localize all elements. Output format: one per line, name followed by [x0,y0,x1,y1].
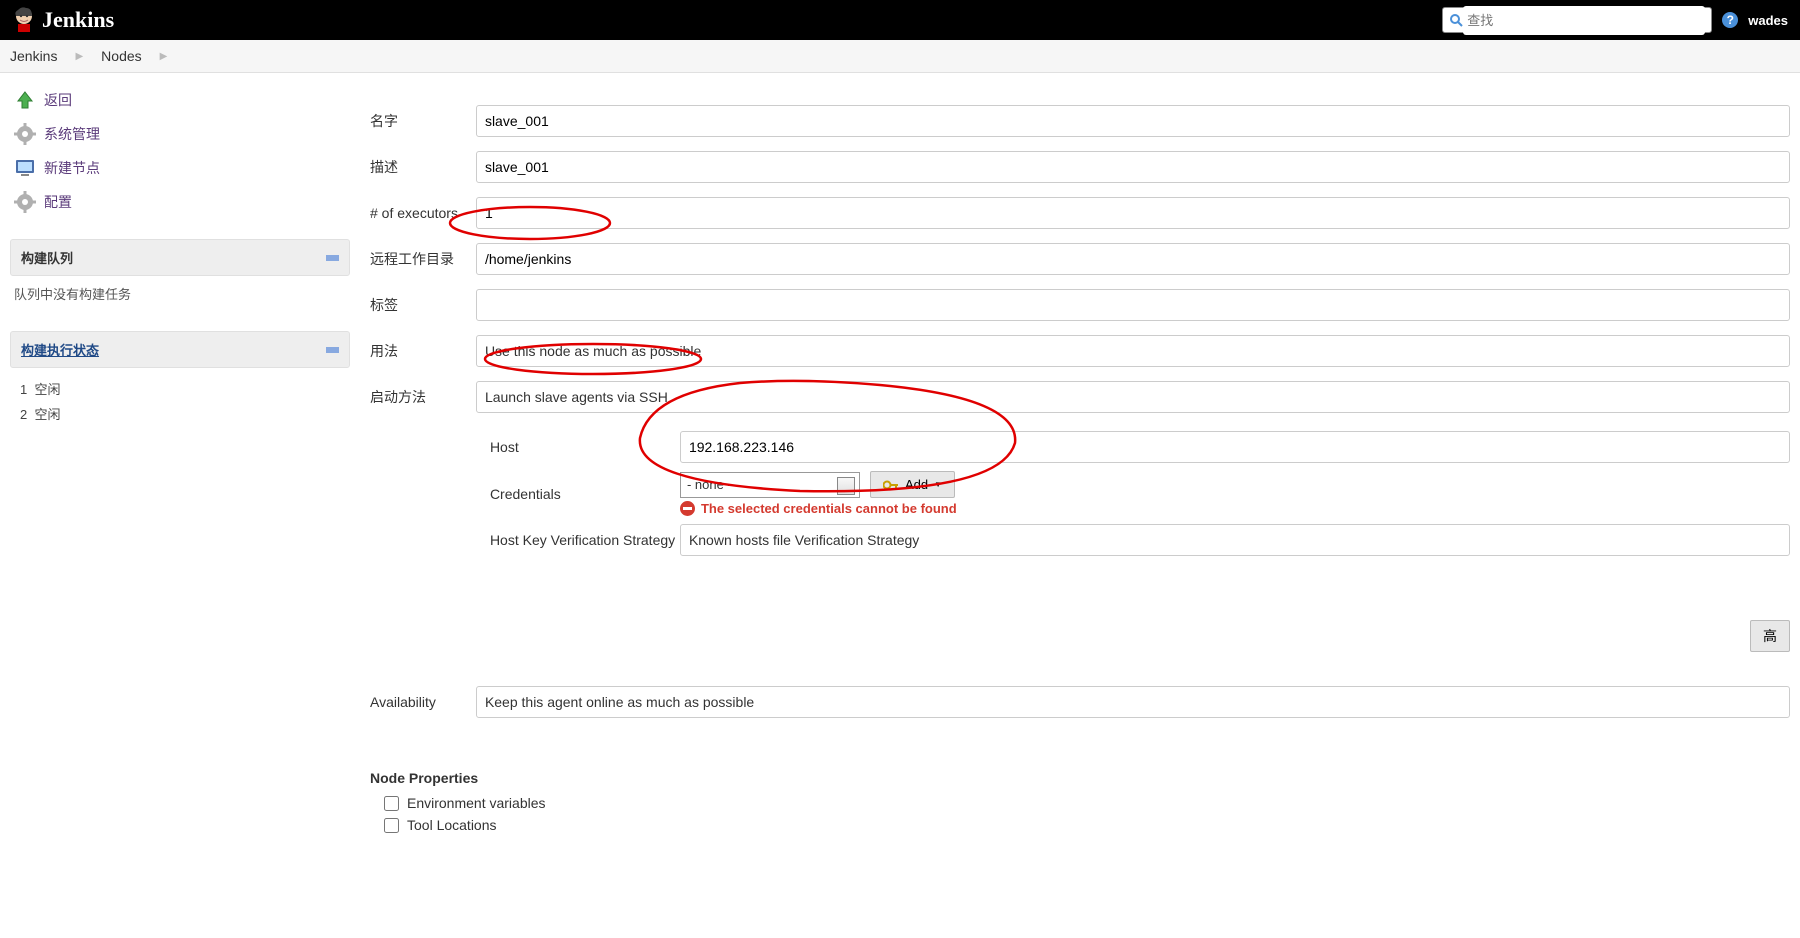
sidebar-item-label: 新建节点 [44,158,100,178]
label-labels: 标签 [362,283,466,327]
collapse-icon[interactable] [326,347,339,353]
username-link[interactable]: wades [1748,13,1788,28]
search-icon [1449,13,1463,27]
sidebar-item-label: 配置 [44,192,72,212]
usage-select[interactable]: Use this node as much as possible [476,335,1790,367]
availability-select[interactable]: Keep this agent online as much as possib… [476,686,1790,718]
sidebar-item-manage[interactable]: 系统管理 [10,117,350,151]
remote-fs-input[interactable] [476,243,1790,275]
breadcrumb-jenkins[interactable]: Jenkins [10,48,57,64]
breadcrumb: Jenkins ▶ Nodes ▶ [0,40,1800,73]
executor-row: 2 空闲 [14,401,346,426]
label-hostkey: Host Key Verification Strategy [490,532,680,548]
gear-icon [14,123,36,145]
env-vars-label: Environment variables [407,795,546,811]
sidebar-item-configure[interactable]: 配置 [10,185,350,219]
sidebar-item-new-node[interactable]: 新建节点 [10,151,350,185]
build-queue-header: 构建队列 [10,239,350,276]
node-properties-title: Node Properties [370,764,1790,792]
advanced-button[interactable]: 高 [1750,620,1790,652]
label-credentials: Credentials [490,486,680,502]
hostkey-strategy-select[interactable]: Known hosts file Verification Strategy [680,524,1790,556]
credentials-select[interactable]: - none - [680,472,860,498]
description-input[interactable] [476,151,1790,183]
key-icon [883,480,899,490]
sidebar-item-label: 返回 [44,90,72,110]
name-input[interactable] [476,105,1790,137]
sidebar-item-label: 系统管理 [44,124,100,144]
chevron-right-icon: ▶ [75,51,83,62]
executors-input[interactable] [476,197,1790,229]
label-remotefs: 远程工作目录 [362,237,466,281]
error-icon [680,501,695,516]
pane-title[interactable]: 构建执行状态 [21,340,99,359]
gear-icon [14,191,36,213]
search-input[interactable] [1463,6,1705,35]
search-box[interactable] [1442,7,1712,33]
launch-method-select[interactable]: Launch slave agents via SSH [476,381,1790,413]
executor-row: 1 空闲 [14,376,346,401]
collapse-icon[interactable] [326,255,339,261]
add-credentials-button[interactable]: Add ▼ [870,471,955,498]
build-executor-header: 构建执行状态 [10,331,350,368]
env-vars-checkbox[interactable] [384,796,399,811]
label-desc: 描述 [362,145,466,189]
labels-input[interactable] [476,289,1790,321]
jenkins-head-icon [12,6,36,34]
label-name: 名字 [362,99,466,143]
label-availability: Availability [362,680,466,724]
label-usage: 用法 [362,329,466,373]
tool-locations-checkbox[interactable] [384,818,399,833]
up-arrow-icon [14,89,36,111]
help-icon[interactable]: ? [1722,12,1738,28]
breadcrumb-nodes[interactable]: Nodes [101,48,141,64]
label-executors: # of executors [362,191,466,235]
sidebar-item-back[interactable]: 返回 [10,83,350,117]
jenkins-logo[interactable]: Jenkins [12,6,114,34]
build-queue-empty: 队列中没有构建任务 [10,276,350,311]
label-host: Host [490,439,680,455]
brand-text: Jenkins [42,7,114,33]
caret-down-icon: ▼ [934,480,942,489]
host-input[interactable] [680,431,1790,463]
credentials-error: The selected credentials cannot be found [701,501,957,516]
tool-locations-label: Tool Locations [407,817,497,833]
computer-icon [14,157,36,179]
chevron-right-icon: ▶ [160,51,168,62]
pane-title: 构建队列 [21,248,73,267]
label-launch: 启动方法 [362,375,466,419]
